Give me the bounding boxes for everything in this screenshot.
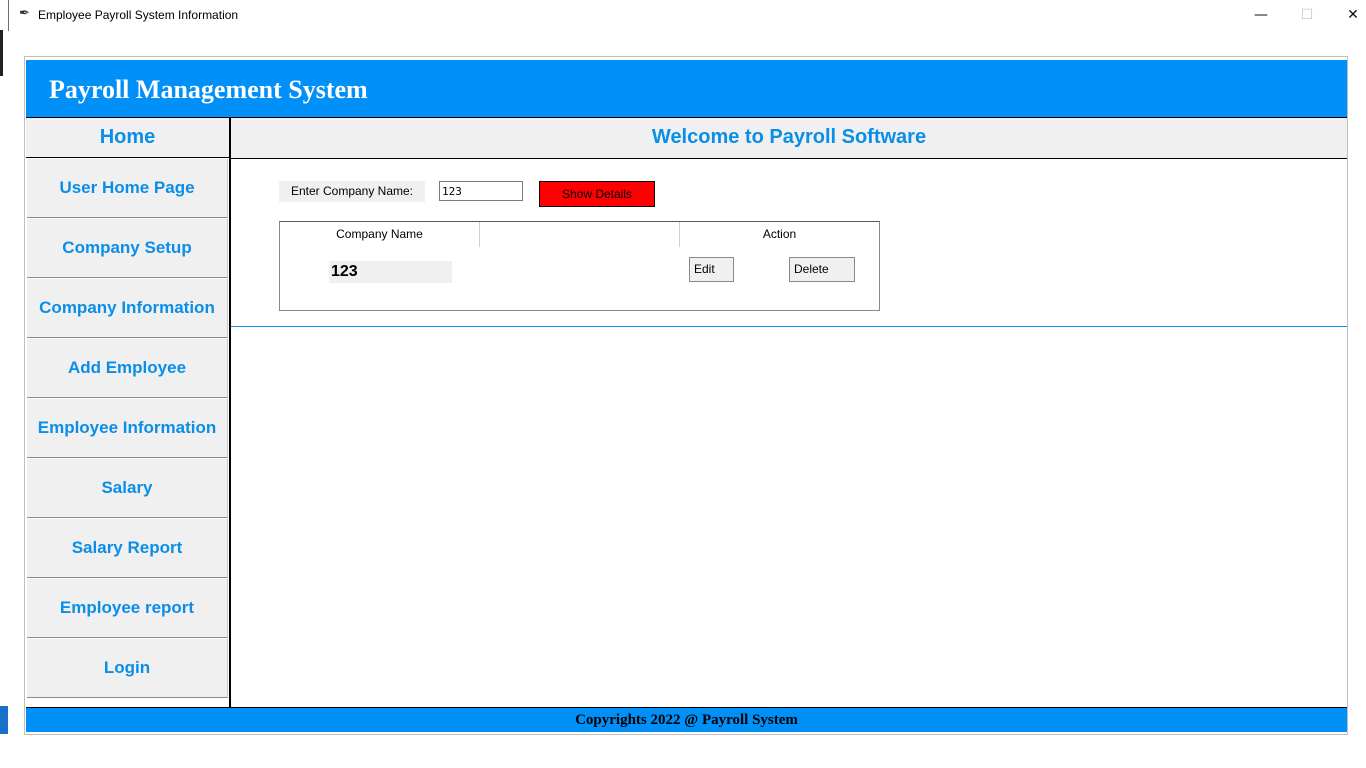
footer: Copyrights 2022 @ Payroll System — [26, 707, 1347, 732]
sidebar-item-user-home-page[interactable]: User Home Page — [27, 159, 228, 218]
close-button[interactable]: ✕ — [1330, 0, 1366, 31]
window-titlebar[interactable]: ✒ Employee Payroll System Information — … — [8, 0, 1366, 31]
app-frame: Payroll Management System Home User Home… — [24, 56, 1348, 735]
sidebar-item-salary[interactable]: Salary — [27, 459, 228, 518]
show-details-button[interactable]: Show Details — [539, 181, 655, 207]
column-header-company-name: Company Name — [280, 222, 480, 247]
company-name-label: Enter Company Name: — [279, 181, 425, 202]
sidebar-item-add-employee[interactable]: Add Employee — [27, 339, 228, 398]
main-empty-area — [230, 327, 1347, 707]
sidebar-item-employee-information[interactable]: Employee Information — [27, 399, 228, 458]
sidebar-item-employee-report[interactable]: Employee report — [27, 579, 228, 638]
screen: ✒ Employee Payroll System Information — … — [0, 0, 1366, 768]
sidebar-item-company-information[interactable]: Company Information — [27, 279, 228, 338]
company-name-input[interactable] — [439, 181, 523, 201]
company-table: Company Name Action 123 Edit Delete — [279, 221, 880, 311]
app-header: Payroll Management System — [26, 60, 1347, 117]
sidebar-item-login[interactable]: Login — [27, 639, 228, 698]
delete-button[interactable]: Delete — [789, 257, 855, 282]
desktop-edge-dark — [0, 30, 3, 76]
window-title: Employee Payroll System Information — [38, 8, 239, 22]
app-title: Payroll Management System — [49, 75, 368, 104]
company-name-cell: 123 — [329, 261, 452, 283]
desktop-edge — [0, 0, 8, 768]
sidebar-item-company-setup[interactable]: Company Setup — [27, 219, 228, 278]
desktop-edge-blue — [0, 706, 8, 734]
sidebar: Home User Home Page Company Setup Compan… — [26, 117, 230, 707]
page-title: Welcome to Payroll Software — [230, 117, 1347, 159]
edit-button[interactable]: Edit — [689, 257, 734, 282]
maximize-button[interactable]: ☐ — [1284, 0, 1330, 31]
sidebar-item-salary-report[interactable]: Salary Report — [27, 519, 228, 578]
minimize-button[interactable]: — — [1238, 0, 1284, 31]
company-search-panel: Enter Company Name: Show Details Company… — [230, 159, 1347, 327]
column-header-action: Action — [680, 222, 879, 247]
sidebar-home-label: Home — [26, 117, 229, 158]
column-header-blank — [480, 222, 680, 247]
feather-icon: ✒ — [19, 6, 30, 21]
